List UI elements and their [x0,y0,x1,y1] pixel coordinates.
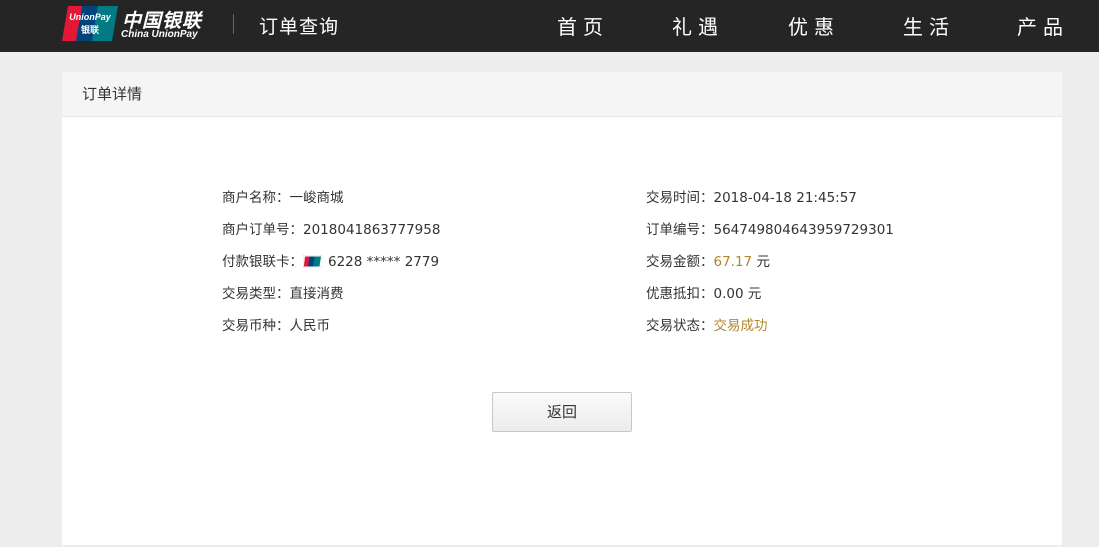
merchant-order-value: 2018041863777958 [303,222,441,238]
nav-item-home[interactable]: 首页 [557,11,609,40]
discount-label: 优惠抵扣： [646,286,714,302]
merchant-name-value: 一峻商城 [289,190,344,206]
discount-value: 0.00 元 [713,286,762,302]
top-nav-bar: UnionPay 银联 中国银联 China UnionPay 订单查询 首页 … [0,0,1099,52]
order-number-value: 564749804643959729301 [713,222,894,238]
order-detail-panel: 订单详情 商户名称：一峻商城 商户订单号：2018041863777958 付款… [62,72,1062,545]
unionpay-card-icon [303,255,322,268]
discount-row: 优惠抵扣：0.00 元 [646,284,761,304]
payment-card-label: 付款银联卡： [222,254,303,270]
nav-item-products[interactable]: 产品 [1017,11,1069,40]
transaction-type-row: 交易类型：直接消费 [222,284,344,304]
merchant-name-label: 商户名称： [222,190,290,206]
header-divider [233,14,234,34]
transaction-status-label: 交易状态： [646,318,714,334]
page-title: 订单查询 [259,16,340,38]
transaction-type-value: 直接消费 [289,286,344,302]
transaction-time-label: 交易时间： [646,190,714,206]
brand-name-en: China UnionPay [121,29,198,40]
payment-card-value: 6228 ***** 2779 [328,254,440,270]
merchant-name-row: 商户名称：一峻商城 [222,188,344,208]
transaction-status-value: 交易成功 [713,318,768,334]
payment-card-row: 付款银联卡： 6228 ***** 2779 [222,252,439,272]
currency-row: 交易币种：人民币 [222,316,330,336]
merchant-order-label: 商户订单号： [222,222,303,238]
transaction-amount-unit: 元 [752,254,770,270]
unionpay-logo-icon: UnionPay 银联 [62,6,118,41]
transaction-amount-row: 交易金额：67.17 元 [646,252,770,272]
currency-label: 交易币种： [222,318,290,334]
nav-item-rewards[interactable]: 礼遇 [672,11,724,40]
back-button[interactable]: 返回 [492,392,632,432]
transaction-time-row: 交易时间：2018-04-18 21:45:57 [646,188,857,208]
unionpay-logo[interactable]: UnionPay 银联 中国银联 China UnionPay [62,5,210,43]
nav-item-offers[interactable]: 优惠 [788,11,840,40]
transaction-amount-value: 67.17 [713,254,753,270]
svg-text:银联: 银联 [81,24,100,36]
merchant-order-row: 商户订单号：2018041863777958 [222,220,440,240]
order-number-row: 订单编号：564749804643959729301 [646,220,894,240]
order-number-label: 订单编号： [646,222,714,238]
nav-item-life[interactable]: 生活 [903,11,955,40]
transaction-status-row: 交易状态：交易成功 [646,316,768,336]
panel-title: 订单详情 [62,72,1062,117]
svg-text:UnionPay: UnionPay [69,12,112,22]
currency-value: 人民币 [289,318,331,334]
transaction-time-value: 2018-04-18 21:45:57 [713,190,857,206]
transaction-type-label: 交易类型： [222,286,290,302]
transaction-amount-label: 交易金额： [646,254,714,270]
